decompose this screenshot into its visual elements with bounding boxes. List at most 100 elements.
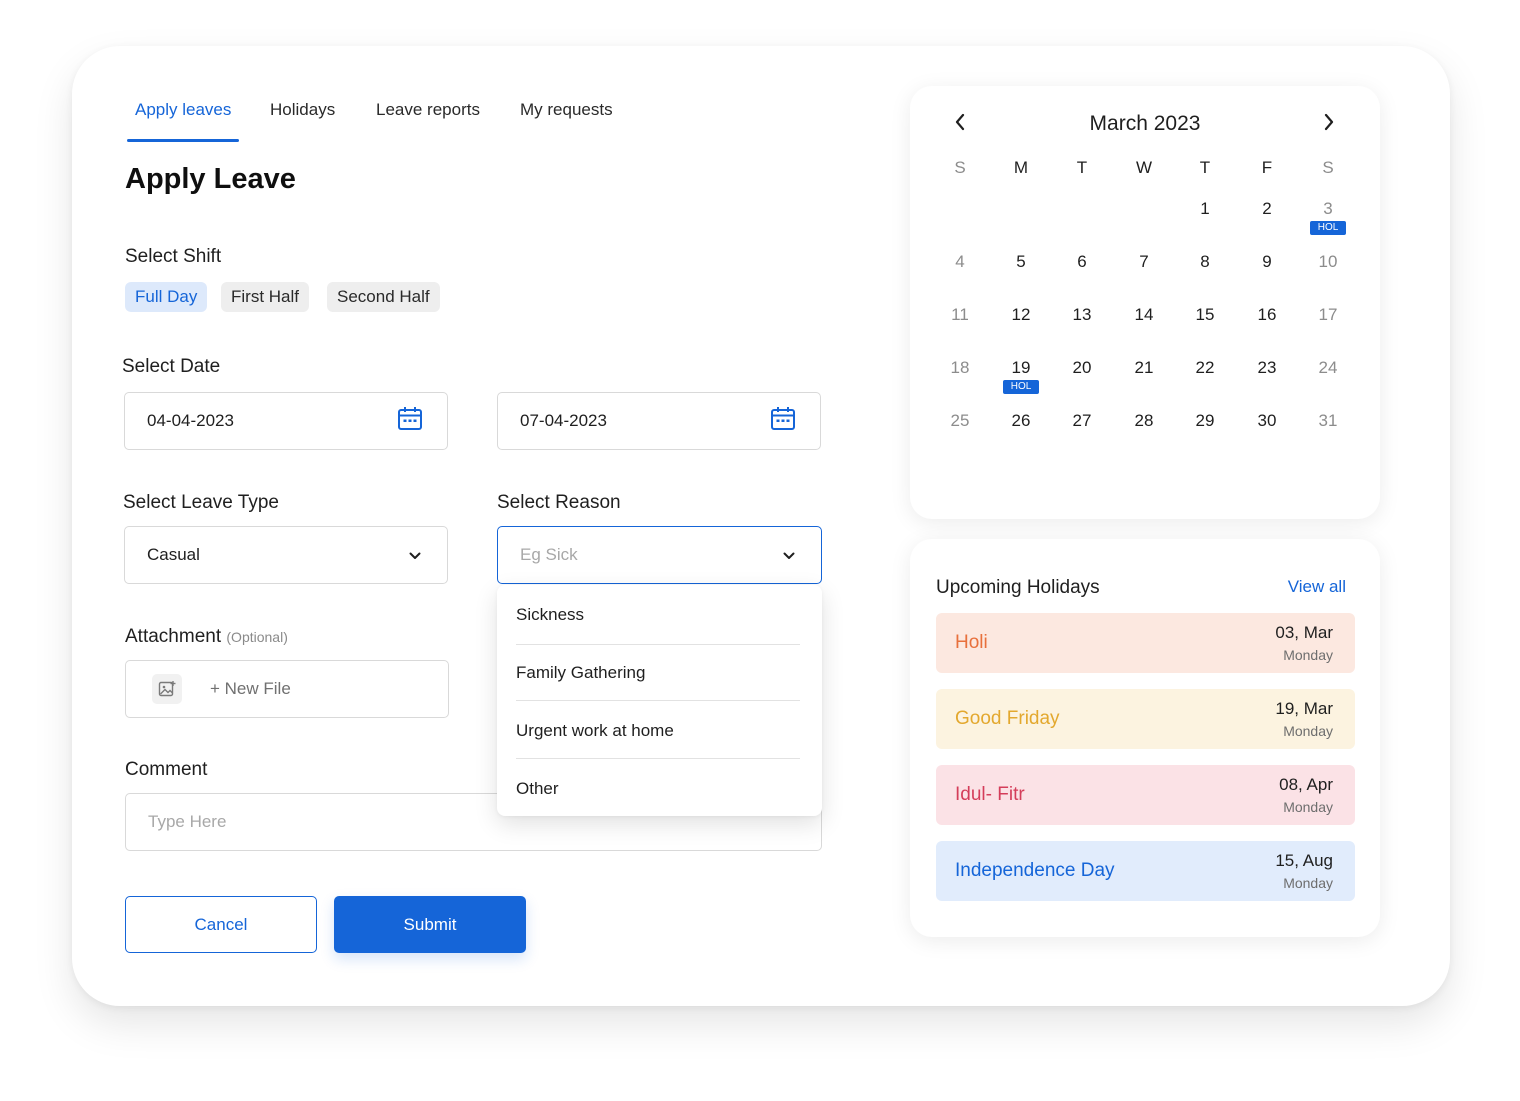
calendar-day[interactable]: 26 (1001, 411, 1041, 431)
shift-first-half[interactable]: First Half (221, 282, 309, 312)
weekday-header: S (954, 158, 966, 177)
shift-second-half[interactable]: Second Half (327, 282, 440, 312)
holiday-date: 19, Mar (1275, 699, 1333, 718)
calendar: March 2023 S M T W T F S 1 2 3 HOL 4 5 6 7 8 9 10 11 12 13 14… (910, 86, 1380, 519)
reason-option-family-gathering[interactable]: Family Gathering (516, 663, 645, 683)
calendar-day[interactable]: 18 (940, 358, 980, 378)
calendar-day[interactable]: 5 (1001, 252, 1041, 272)
calendar-day[interactable]: 31 (1308, 411, 1348, 431)
calendar-day[interactable]: 21 (1124, 358, 1164, 378)
weekday-header: T (1076, 158, 1088, 177)
from-date-value: 04-04-2023 (147, 411, 234, 430)
calendar-day[interactable]: 28 (1124, 411, 1164, 431)
holiday-day: Monday (1283, 723, 1333, 739)
date-label: Select Date (122, 356, 221, 377)
leave-type-value: Casual (147, 545, 200, 564)
calendar-day[interactable]: 2 (1247, 199, 1287, 219)
image-upload-icon[interactable] (152, 674, 182, 704)
chevron-right-icon[interactable] (1323, 112, 1335, 137)
calendar-day[interactable]: 13 (1062, 305, 1102, 325)
reason-placeholder: Eg Sick (520, 545, 578, 564)
reason-label: Select Reason (497, 492, 621, 513)
active-tab-indicator (127, 139, 239, 142)
calendar-day[interactable]: 25 (940, 411, 980, 431)
calendar-day[interactable]: 10 (1308, 252, 1348, 272)
calendar-day[interactable]: 8 (1185, 252, 1225, 272)
calendar-day[interactable]: 23 (1247, 358, 1287, 378)
attachment-label-text: Attachment (125, 626, 222, 647)
divider (516, 700, 800, 701)
calendar-day[interactable]: 17 (1308, 305, 1348, 325)
tab-leave-reports[interactable]: Leave reports (376, 100, 480, 120)
holiday-date: 08, Apr (1279, 775, 1333, 794)
holiday-badge: HOL (1310, 221, 1346, 235)
weekday-header: F (1261, 158, 1273, 177)
holiday-date: 03, Mar (1275, 623, 1333, 642)
holiday-day: Monday (1283, 647, 1333, 663)
reason-option-urgent-work[interactable]: Urgent work at home (516, 721, 674, 741)
leave-type-label: Select Leave Type (123, 492, 279, 513)
to-date-field[interactable]: 07-04-2023 (497, 392, 821, 450)
calendar-day[interactable]: 19 (1001, 358, 1041, 378)
weekday-header: S (1322, 158, 1334, 177)
weekday-header: M (1013, 158, 1029, 177)
calendar-day[interactable]: 12 (1001, 305, 1041, 325)
shift-label: Select Shift (125, 246, 222, 267)
calendar-icon[interactable] (770, 406, 796, 437)
calendar-day[interactable]: 11 (940, 305, 980, 325)
submit-button[interactable]: Submit (334, 896, 526, 953)
calendar-day[interactable]: 7 (1124, 252, 1164, 272)
holiday-day: Monday (1283, 799, 1333, 815)
upcoming-holidays-panel: Upcoming Holidays View all Holi 03, Mar … (910, 539, 1380, 937)
attachment-optional: (Optional) (226, 629, 288, 645)
reason-option-sickness[interactable]: Sickness (516, 605, 584, 625)
calendar-day[interactable]: 29 (1185, 411, 1225, 431)
calendar-day[interactable]: 22 (1185, 358, 1225, 378)
calendar-day[interactable]: 30 (1247, 411, 1287, 431)
calendar-icon[interactable] (397, 406, 423, 437)
calendar-day[interactable]: 15 (1185, 305, 1225, 325)
tab-holidays[interactable]: Holidays (270, 100, 335, 120)
to-date-value: 07-04-2023 (520, 411, 607, 430)
calendar-day[interactable]: 4 (940, 252, 980, 272)
reason-option-other[interactable]: Other (516, 779, 559, 799)
attachment-field[interactable]: + New File (125, 660, 449, 718)
calendar-day[interactable]: 9 (1247, 252, 1287, 272)
holiday-row[interactable]: Idul- Fitr 08, Apr Monday (936, 765, 1355, 825)
holiday-name: Independence Day (955, 860, 1115, 881)
shift-full-day[interactable]: Full Day (125, 282, 208, 312)
calendar-day[interactable]: 27 (1062, 411, 1102, 431)
calendar-day[interactable]: 24 (1308, 358, 1348, 378)
calendar-month-title: March 2023 (1089, 112, 1201, 135)
reason-dropdown: Sickness Family Gathering Urgent work at… (497, 585, 822, 816)
holiday-name: Holi (955, 632, 988, 653)
upcoming-holidays-title: Upcoming Holidays (936, 577, 1100, 598)
weekday-header: W (1135, 158, 1153, 177)
tab-apply-leaves[interactable]: Apply leaves (135, 100, 231, 120)
cancel-button[interactable]: Cancel (125, 896, 317, 953)
leave-type-select[interactable]: Casual (124, 526, 448, 584)
holiday-badge: HOL (1003, 380, 1039, 394)
calendar-day[interactable]: 14 (1124, 305, 1164, 325)
view-all-link[interactable]: View all (1288, 577, 1346, 597)
divider (516, 644, 800, 645)
holiday-row[interactable]: Good Friday 19, Mar Monday (936, 689, 1355, 749)
holiday-row[interactable]: Independence Day 15, Aug Monday (936, 841, 1355, 901)
reason-select[interactable]: Eg Sick (497, 526, 822, 584)
holiday-row[interactable]: Holi 03, Mar Monday (936, 613, 1355, 673)
calendar-day[interactable]: 6 (1062, 252, 1102, 272)
calendar-day[interactable]: 16 (1247, 305, 1287, 325)
from-date-field[interactable]: 04-04-2023 (124, 392, 448, 450)
attachment-label: Attachment (Optional) (125, 626, 288, 648)
calendar-day[interactable]: 3 (1308, 199, 1348, 219)
page-title: Apply Leave (125, 163, 296, 195)
holiday-date: 15, Aug (1275, 851, 1333, 870)
divider (516, 758, 800, 759)
tab-my-requests[interactable]: My requests (520, 100, 613, 120)
comment-label: Comment (125, 759, 208, 780)
holiday-name: Good Friday (955, 708, 1060, 729)
calendar-day[interactable]: 1 (1185, 199, 1225, 219)
new-file-link[interactable]: + New File (210, 679, 291, 699)
weekday-header: T (1199, 158, 1211, 177)
calendar-day[interactable]: 20 (1062, 358, 1102, 378)
